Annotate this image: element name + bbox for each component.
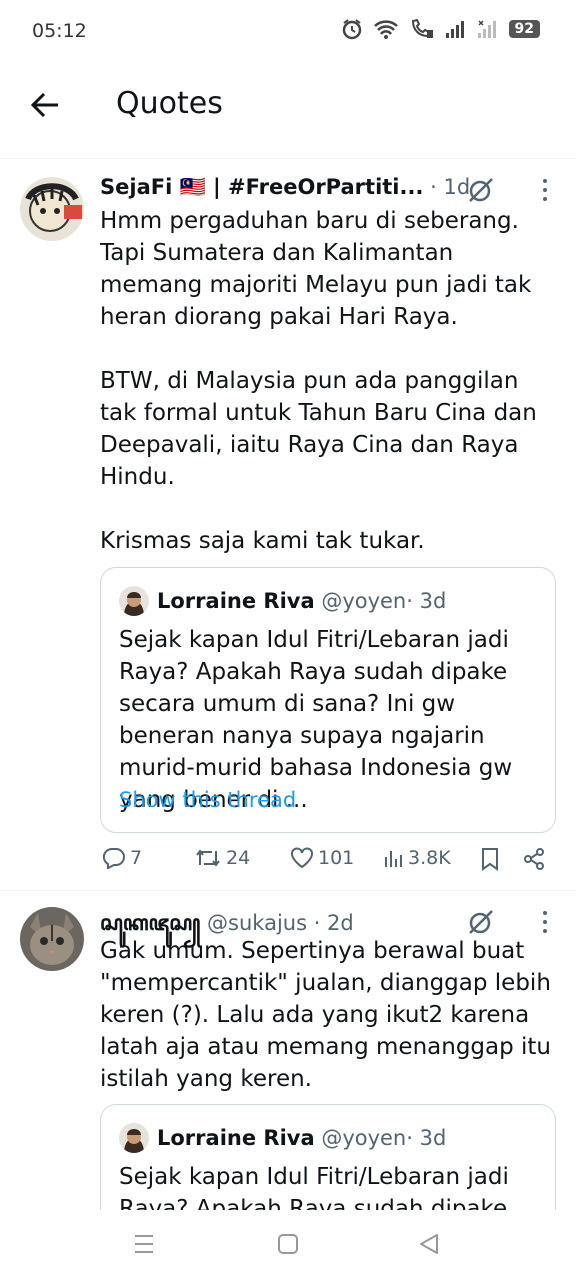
volte-call-icon bbox=[411, 18, 433, 38]
like-count: 101 bbox=[318, 847, 355, 869]
grok-icon[interactable] bbox=[466, 175, 496, 205]
quote-author-name: Lorraine Riva bbox=[157, 589, 315, 613]
tweet-header: SejaFi 🇲🇾 | #FreeOrPartiti... · 1d bbox=[100, 175, 556, 205]
back-nav-icon[interactable] bbox=[418, 1232, 440, 1256]
wifi-icon bbox=[373, 20, 398, 39]
bookmark-icon[interactable] bbox=[480, 847, 500, 871]
heart-icon bbox=[291, 847, 313, 869]
battery-indicator: 92 bbox=[508, 20, 540, 38]
show-thread-link[interactable]: Show this thread bbox=[119, 788, 296, 812]
quote-author-name: Lorraine Riva bbox=[157, 1126, 315, 1150]
retweet-count: 24 bbox=[226, 847, 251, 869]
share-icon[interactable] bbox=[522, 847, 546, 871]
more-options-icon[interactable] bbox=[540, 909, 550, 935]
avatar[interactable] bbox=[20, 907, 84, 971]
views-button[interactable]: 3.8K bbox=[384, 847, 451, 869]
header: Quotes bbox=[0, 66, 576, 159]
signal-2-icon bbox=[477, 20, 496, 38]
reply-icon bbox=[102, 847, 125, 869]
tweet-paragraph: Hmm pergaduhan baru di seberang. Tapi Su… bbox=[100, 208, 532, 330]
quote-handle: @yoyen bbox=[321, 589, 407, 613]
tweet-text: Hmm pergaduhan baru di seberang. Tapi Su… bbox=[100, 205, 560, 557]
status-bar: 05:12 92 bbox=[0, 0, 576, 66]
status-icons: 92 bbox=[341, 18, 540, 40]
reply-count: 7 bbox=[130, 847, 143, 869]
tweet[interactable]: SejaFi 🇲🇾 | #FreeOrPartiti... · 1d Hmm p… bbox=[0, 159, 576, 891]
retweet-icon bbox=[196, 849, 220, 867]
signal-icon bbox=[445, 21, 464, 38]
reply-button[interactable]: 7 bbox=[102, 847, 142, 869]
author-handle[interactable]: @sukajus bbox=[200, 911, 307, 935]
system-nav-bar bbox=[0, 1210, 576, 1280]
tweet-text: Gak umum. Sepertinya berawal buat "mempe… bbox=[100, 935, 560, 1095]
views-icon bbox=[385, 851, 402, 867]
alarm-icon bbox=[342, 19, 361, 40]
quote-time: · 3d bbox=[406, 1126, 447, 1150]
tweet-paragraph: Krismas saja kami tak tukar. bbox=[100, 528, 425, 554]
quote-avatar bbox=[119, 586, 149, 616]
quoted-tweet[interactable]: Lorraine Riva @yoyen · 3d Sejak kapan Id… bbox=[100, 567, 556, 833]
back-arrow-icon[interactable] bbox=[28, 88, 62, 122]
quote-handle: @yoyen bbox=[321, 1126, 407, 1150]
like-button[interactable]: 101 bbox=[290, 847, 354, 869]
quote-avatar bbox=[119, 1123, 149, 1153]
grok-icon[interactable] bbox=[466, 907, 496, 937]
status-time: 05:12 bbox=[32, 20, 87, 42]
author-name[interactable]: SejaFi 🇲🇾 | #FreeOrPartiti... bbox=[100, 175, 423, 199]
tweet-actions: 7 24 101 3.8K bbox=[100, 847, 550, 877]
author-name[interactable]: ꦱꦸꦏꦗꦸꦱ꧀ bbox=[100, 911, 200, 935]
page-title: Quotes bbox=[116, 86, 223, 121]
tweet-time[interactable]: · 1d bbox=[423, 175, 470, 199]
tweet-time[interactable]: · 2d bbox=[307, 911, 354, 935]
tweet-paragraph: BTW, di Malaysia pun ada panggilan tak f… bbox=[100, 368, 537, 490]
tweet-paragraph: Gak umum. Sepertinya berawal buat "mempe… bbox=[100, 938, 552, 1092]
quote-header: Lorraine Riva @yoyen · 3d bbox=[119, 1123, 446, 1153]
view-count: 3.8K bbox=[408, 847, 451, 869]
quote-time: · 3d bbox=[406, 589, 447, 613]
avatar[interactable] bbox=[20, 177, 84, 241]
retweet-button[interactable]: 24 bbox=[194, 847, 250, 869]
more-options-icon[interactable] bbox=[540, 177, 550, 203]
tweet[interactable]: ꦱꦸꦏꦗꦸꦱ꧀ @sukajus · 2d Gak umum. Sepertin… bbox=[0, 891, 576, 1245]
home-icon[interactable] bbox=[277, 1232, 299, 1256]
recent-apps-icon[interactable] bbox=[133, 1232, 155, 1256]
tweet-header: ꦱꦸꦏꦗꦸꦱ꧀ @sukajus · 2d bbox=[100, 907, 556, 937]
quote-header: Lorraine Riva @yoyen · 3d bbox=[119, 586, 446, 616]
